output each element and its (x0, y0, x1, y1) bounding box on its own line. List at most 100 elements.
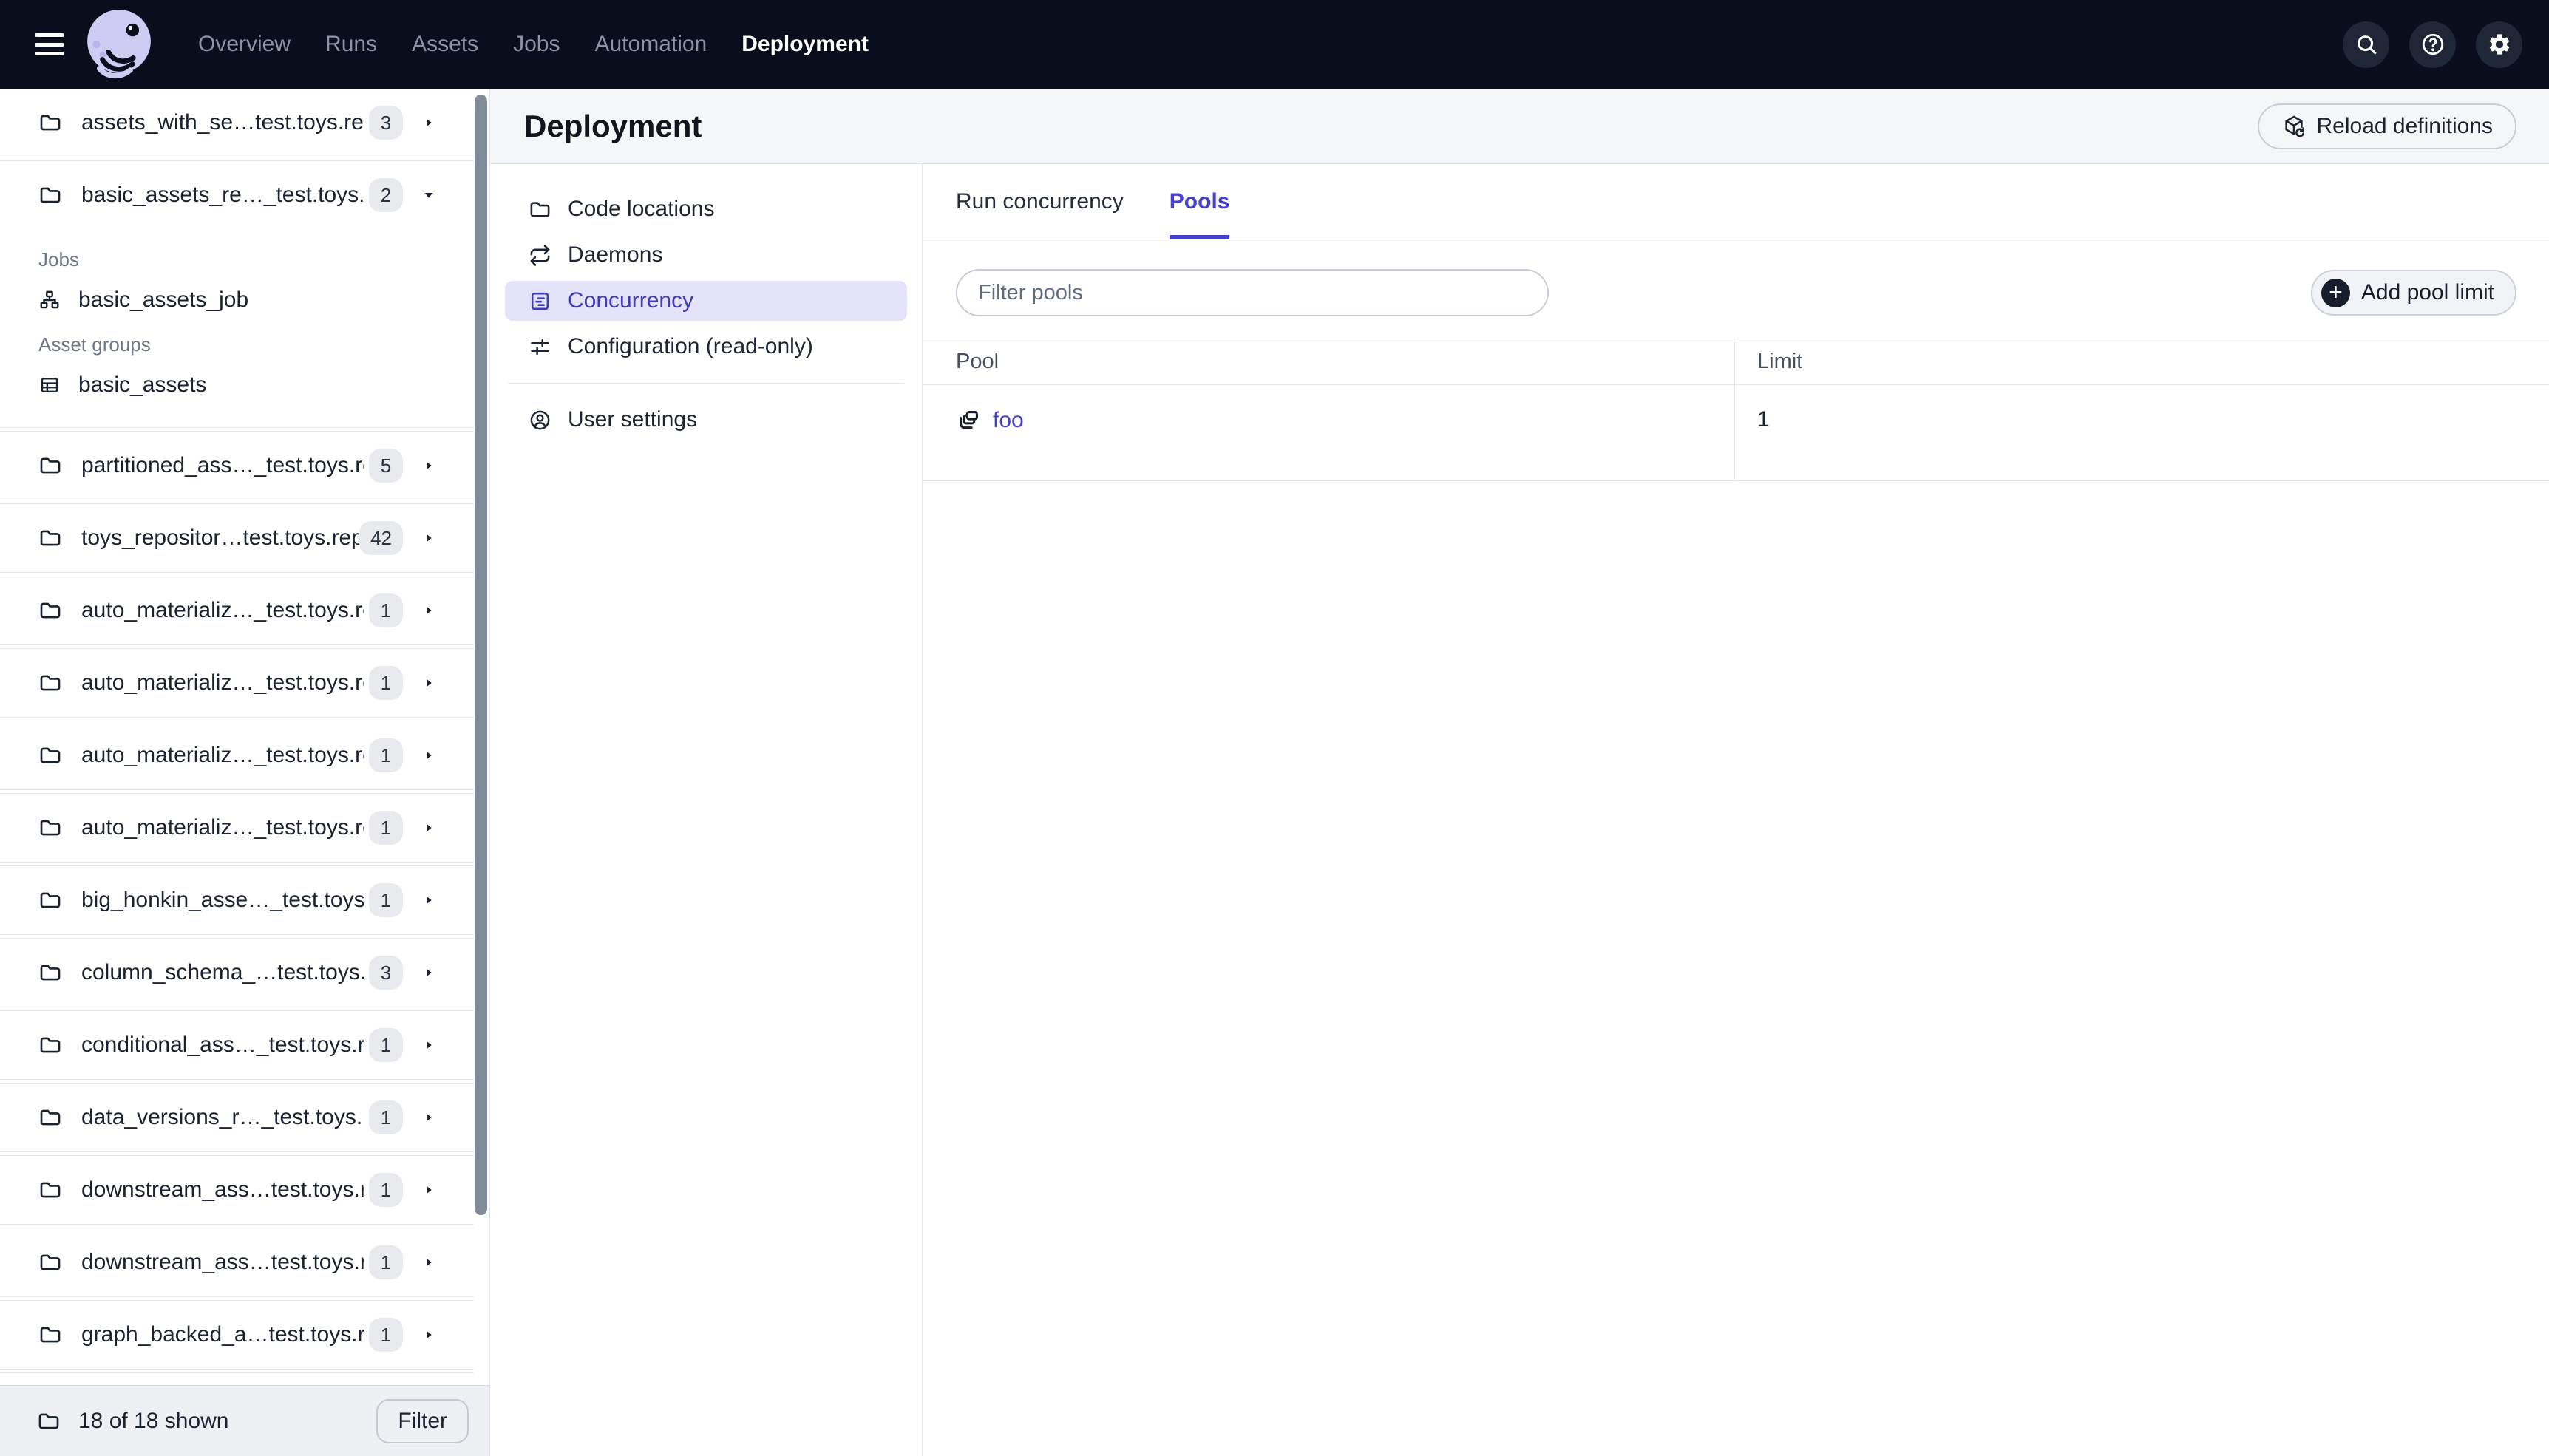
chevron-right-icon[interactable] (422, 1255, 435, 1270)
code-location-row[interactable]: auto_materializ…_test.toys.repo 1 (0, 576, 474, 644)
code-location-sidebar: assets_with_se…test.toys.repo 3 basic_as… (0, 89, 490, 1456)
code-location-group: auto_materializ…_test.toys.repo 1 (0, 793, 474, 863)
help-icon[interactable] (2409, 21, 2456, 68)
code-location-group: downstream_ass…test.toys.rep 1 (0, 1155, 474, 1225)
subnav-item-configuration[interactable]: Configuration (read-only) (505, 327, 907, 367)
code-location-group: long_asset_keys…_test.toys.rep 1 (0, 1372, 474, 1385)
code-location-label: auto_materializ…_test.toys.repo (81, 743, 364, 767)
concurrency-panel: Run concurrency Pools + Add pool limit P… (923, 164, 2549, 1456)
job-item[interactable]: basic_assets_job (38, 279, 474, 322)
nav-item-overview[interactable]: Overview (198, 32, 291, 57)
chevron-right-icon[interactable] (422, 1183, 435, 1197)
chevron-right-icon[interactable] (422, 676, 435, 690)
page-title: Deployment (524, 108, 702, 143)
chevron-right-icon[interactable] (422, 1038, 435, 1052)
menu-icon[interactable] (35, 33, 64, 55)
subnav-item-daemons[interactable]: Daemons (505, 235, 907, 275)
folder-icon (38, 671, 62, 695)
settings-gear-icon[interactable] (2476, 21, 2522, 68)
count-badge: 1 (369, 1028, 403, 1062)
chevron-right-icon[interactable] (422, 115, 435, 130)
count-badge: 1 (369, 1245, 403, 1279)
sidebar-footer: 18 of 18 shown Filter (0, 1385, 489, 1456)
nav-item-assets[interactable]: Assets (412, 32, 478, 57)
code-location-row[interactable]: auto_materializ…_test.toys.repo 1 (0, 794, 474, 862)
repeat-icon (529, 244, 551, 267)
search-icon[interactable] (2343, 21, 2389, 68)
chevron-right-icon[interactable] (422, 820, 435, 835)
tab-run-concurrency[interactable]: Run concurrency (956, 164, 1124, 239)
code-location-row[interactable]: partitioned_ass…_test.toys.rep 5 (0, 432, 474, 500)
code-location-group: column_schema_…test.toys.rep 3 (0, 938, 474, 1007)
count-badge: 2 (369, 178, 403, 212)
chevron-right-icon[interactable] (422, 893, 435, 908)
column-header-pool: Pool (956, 350, 999, 373)
subnav-label: Configuration (read-only) (568, 334, 813, 358)
pools-table: Pool Limit foo 1 (923, 339, 2549, 481)
count-badge: 1 (369, 738, 403, 772)
filter-pools-input[interactable] (956, 269, 1549, 316)
nav-item-automation[interactable]: Automation (594, 32, 707, 57)
chevron-right-icon[interactable] (422, 1110, 435, 1125)
code-location-row[interactable]: conditional_ass…_test.toys.repo 1 (0, 1011, 474, 1079)
chevron-down-icon[interactable] (422, 188, 435, 203)
code-location-row[interactable]: graph_backed_a…test.toys.repo 1 (0, 1301, 474, 1369)
subnav-label: Concurrency (568, 288, 694, 313)
chevron-right-icon[interactable] (422, 748, 435, 763)
add-pool-limit-button[interactable]: + Add pool limit (2310, 270, 2516, 316)
code-location-row[interactable]: auto_materializ…_test.toys.repo 1 (0, 721, 474, 789)
count-badge: 42 (359, 521, 403, 555)
count-badge: 1 (369, 593, 403, 627)
job-label: basic_assets_job (78, 288, 249, 312)
count-badge: 3 (369, 956, 403, 990)
nav-item-runs[interactable]: Runs (325, 32, 377, 57)
chevron-right-icon[interactable] (422, 965, 435, 980)
pool-icon (956, 407, 982, 433)
count-badge: 5 (369, 449, 403, 483)
nav-item-jobs[interactable]: Jobs (513, 32, 560, 57)
chevron-right-icon[interactable] (422, 1327, 435, 1342)
count-badge: 3 (369, 106, 403, 140)
code-location-row[interactable]: downstream_ass…test.toys.rep 1 (0, 1156, 474, 1224)
nav-right-actions (2343, 21, 2522, 68)
code-location-label: auto_materializ…_test.toys.repo (81, 598, 364, 622)
subnav-divider (508, 383, 904, 384)
code-location-group: conditional_ass…_test.toys.repo 1 (0, 1010, 474, 1080)
code-location-row[interactable]: basic_assets_re…_test.toys.rep 2 (0, 161, 474, 229)
sliders-icon (529, 336, 551, 358)
sidebar-scrollbar[interactable] (475, 95, 487, 1215)
code-location-row[interactable]: assets_with_se…test.toys.repo 3 (0, 89, 474, 157)
pool-cell: foo (923, 385, 1734, 480)
code-location-row[interactable]: data_versions_r…_test.toys.rep 1 (0, 1084, 474, 1151)
table-row: foo 1 (923, 385, 2549, 481)
chevron-right-icon[interactable] (422, 603, 435, 618)
chevron-right-icon[interactable] (422, 458, 435, 473)
nav-item-deployment[interactable]: Deployment (741, 32, 869, 57)
subnav-item-code-locations[interactable]: Code locations (505, 189, 907, 229)
pool-name: foo (993, 407, 1024, 432)
filter-button[interactable]: Filter (376, 1398, 469, 1443)
top-navigation-bar: Overview Runs Assets Jobs Automation Dep… (0, 0, 2549, 89)
subnav-item-concurrency[interactable]: Concurrency (505, 281, 907, 321)
code-location-row[interactable]: downstream_ass…test.toys.rep 1 (0, 1228, 474, 1296)
reload-definitions-button[interactable]: Reload definitions (2257, 103, 2516, 149)
job-icon (38, 289, 61, 311)
chevron-right-icon[interactable] (422, 531, 435, 545)
subnav-item-user-settings[interactable]: User settings (505, 400, 907, 440)
code-location-row[interactable]: toys_repositor…test.toys.repo 42 (0, 504, 474, 572)
code-location-row[interactable]: big_honkin_asse…_test.toys.rep 1 (0, 866, 474, 934)
dagster-logo[interactable] (83, 8, 155, 81)
code-location-group: assets_with_se…test.toys.repo 3 (0, 89, 474, 157)
folder-icon (38, 1251, 62, 1274)
plus-icon: + (2321, 278, 2350, 307)
code-location-row[interactable]: long_asset_keys…_test.toys.rep 1 (0, 1373, 474, 1385)
column-header-limit: Limit (1734, 339, 2549, 384)
folder-icon (529, 198, 551, 221)
code-location-row[interactable]: column_schema_…test.toys.rep 3 (0, 939, 474, 1007)
code-location-row[interactable]: auto_materializ…_test.toys.repo 1 (0, 649, 474, 717)
tab-pools[interactable]: Pools (1169, 164, 1229, 239)
code-location-list: assets_with_se…test.toys.repo 3 basic_as… (0, 89, 474, 1385)
count-badge: 1 (369, 1100, 403, 1134)
asset-group-item[interactable]: basic_assets (38, 364, 474, 406)
pool-link[interactable]: foo (956, 407, 1024, 433)
